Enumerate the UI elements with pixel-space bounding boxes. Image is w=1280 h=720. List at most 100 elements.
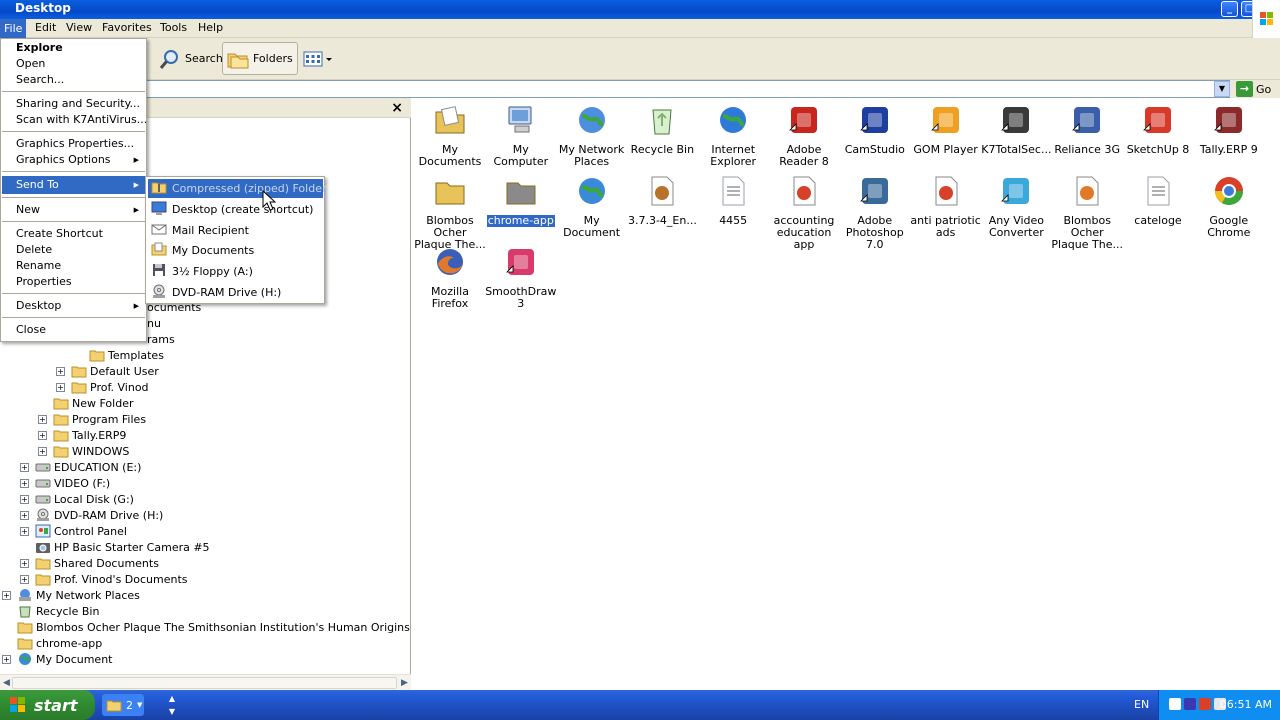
tree-item[interactable]: + EDUCATION (E:) [20, 459, 141, 475]
tree-item[interactable]: New Folder [38, 395, 133, 411]
send-to-item[interactable]: My Documents [148, 241, 323, 260]
expand-icon[interactable]: + [56, 366, 65, 376]
horizontal-scrollbar[interactable]: ◀ ▶ [0, 674, 411, 690]
file-menu-item[interactable]: Close [2, 322, 145, 338]
desktop-icon[interactable]: 4455 [697, 175, 769, 227]
k7-tray-icon[interactable] [1199, 698, 1211, 710]
menu-favorites[interactable]: Favorites [102, 21, 152, 34]
menu-file[interactable]: File [0, 19, 27, 38]
tree-item[interactable]: + WINDOWS [38, 443, 129, 459]
tree-item[interactable]: + Tally.ERP9 [38, 427, 126, 443]
expand-icon[interactable]: + [2, 654, 11, 664]
tray-app-icon[interactable] [1184, 698, 1196, 710]
help-icon[interactable] [1169, 698, 1181, 710]
tree-item[interactable]: + VIDEO (F:) [20, 475, 110, 491]
desktop-icon[interactable]: Internet Explorer [697, 104, 769, 168]
send-to-item[interactable]: Desktop (create shortcut) [148, 200, 323, 219]
desktop-icon[interactable]: Tally.ERP 9 [1193, 104, 1265, 156]
expand-icon[interactable]: + [56, 382, 65, 392]
tree-item[interactable]: rams [147, 331, 175, 347]
desktop-icon[interactable]: chrome-app [485, 175, 557, 227]
desktop-icon[interactable]: Any Video Converter [980, 175, 1052, 239]
tree-item[interactable]: HP Basic Starter Camera #5 [20, 539, 210, 555]
tree-item[interactable]: + Control Panel [20, 523, 127, 539]
send-to-item[interactable]: 3½ Floppy (A:) [148, 262, 323, 281]
desktop-icon[interactable]: My Network Places [556, 104, 628, 168]
expand-icon[interactable]: + [20, 510, 29, 520]
desktop-icon[interactable]: My Documents [414, 104, 486, 168]
expand-icon[interactable]: + [20, 558, 29, 568]
file-menu-item[interactable]: Scan with K7AntiVirus... [2, 112, 147, 128]
desktop-icon[interactable]: SmoothDraw 3 [485, 246, 557, 310]
file-menu-item[interactable]: Open [2, 56, 145, 72]
file-menu-item[interactable]: Desktop ▶ [2, 298, 145, 314]
file-menu-item[interactable]: Explore [2, 40, 145, 56]
menu-edit[interactable]: Edit [35, 21, 56, 34]
send-to-item[interactable]: DVD-RAM Drive (H:) [148, 283, 323, 302]
desktop-icon[interactable]: 3.7.3-4_En... [626, 175, 698, 227]
expand-icon[interactable]: + [20, 462, 29, 472]
file-menu-item[interactable]: Search... [2, 72, 145, 88]
scroll-thumb[interactable] [12, 677, 397, 689]
tree-item[interactable]: + Prof. Vinod's Documents [20, 571, 188, 587]
tree-item[interactable]: nu [147, 315, 161, 331]
file-menu-item[interactable]: Rename [2, 258, 145, 274]
tree-item[interactable]: Templates [74, 347, 164, 363]
file-menu-item[interactable]: New ▶ [2, 202, 145, 218]
desktop-icon[interactable]: My Document [556, 175, 628, 239]
desktop-icon[interactable]: Reliance 3G [1051, 104, 1123, 156]
expand-icon[interactable]: + [20, 526, 29, 536]
file-menu-item[interactable]: Send To ▶ [2, 176, 145, 194]
expand-icon[interactable]: + [20, 494, 29, 504]
file-menu-item[interactable]: Sharing and Security... [2, 96, 145, 112]
desktop-icon[interactable]: Blombos Ocher Plaque The... [1051, 175, 1123, 251]
tree-item[interactable]: Recycle Bin [2, 603, 99, 619]
desktop-icon[interactable]: anti patriotic ads [910, 175, 982, 239]
desktop-icon[interactable]: Blombos Ocher Plaque The... [414, 175, 486, 251]
taskbar-scroll[interactable]: ▲ ▼ [166, 692, 178, 718]
desktop-icon[interactable]: CamStudio [839, 104, 911, 156]
expand-icon[interactable]: + [38, 414, 47, 424]
desktop-icon[interactable]: Adobe Photoshop 7.0 [839, 175, 911, 251]
desktop-icon[interactable]: accounting education app [768, 175, 840, 251]
desktop-icon[interactable]: cateloge [1122, 175, 1194, 227]
desktop-icon[interactable]: GOM Player [910, 104, 982, 156]
tree-item[interactable]: + DVD-RAM Drive (H:) [20, 507, 163, 523]
send-to-item[interactable]: Mail Recipient [148, 221, 323, 240]
taskbar-group-explorer[interactable]: 2 ▼ [102, 694, 144, 716]
tree-item[interactable]: + Local Disk (G:) [20, 491, 134, 507]
close-pane-icon[interactable]: × [391, 100, 403, 116]
address-input[interactable] [145, 80, 1230, 98]
search-button[interactable]: Search [155, 42, 227, 75]
tree-item[interactable]: + Default User [56, 363, 159, 379]
language-indicator[interactable]: EN [1134, 698, 1149, 711]
file-menu-item[interactable]: Graphics Options ▶ [2, 152, 145, 168]
desktop-icon[interactable]: K7TotalSec... [980, 104, 1052, 156]
file-menu-item[interactable]: Create Shortcut [2, 226, 145, 242]
desktop-icon[interactable]: Mozilla Firefox [414, 246, 486, 310]
desktop-icon[interactable]: SketchUp 8 [1122, 104, 1194, 156]
desktop-icon[interactable]: Google Chrome [1193, 175, 1265, 239]
file-menu-item[interactable]: Graphics Properties... [2, 136, 145, 152]
expand-icon[interactable]: + [20, 574, 29, 584]
start-button[interactable]: start [0, 690, 95, 720]
menu-tools[interactable]: Tools [160, 21, 187, 34]
tree-item[interactable]: + Program Files [38, 411, 146, 427]
tree-item[interactable]: + My Network Places [2, 587, 140, 603]
desktop-icon[interactable]: My Computer [485, 104, 557, 168]
desktop-icon[interactable]: Recycle Bin [626, 104, 698, 156]
expand-icon[interactable]: + [20, 478, 29, 488]
file-menu-item[interactable]: Properties [2, 274, 145, 290]
expand-icon[interactable]: + [38, 430, 47, 440]
send-to-item[interactable]: Compressed (zipped) Folder [148, 179, 326, 198]
minimize-button[interactable]: _ [1221, 1, 1238, 17]
menu-view[interactable]: View [66, 21, 92, 34]
go-button[interactable]: → Go [1236, 80, 1271, 98]
views-button[interactable] [298, 42, 336, 75]
menu-help[interactable]: Help [198, 21, 223, 34]
tree-item[interactable]: chrome-app [2, 635, 102, 651]
desktop-icon[interactable]: Adobe Reader 8 [768, 104, 840, 168]
expand-icon[interactable]: + [2, 590, 11, 600]
folders-button[interactable]: Folders [222, 42, 298, 75]
scroll-right-icon[interactable]: ▶ [398, 676, 411, 690]
